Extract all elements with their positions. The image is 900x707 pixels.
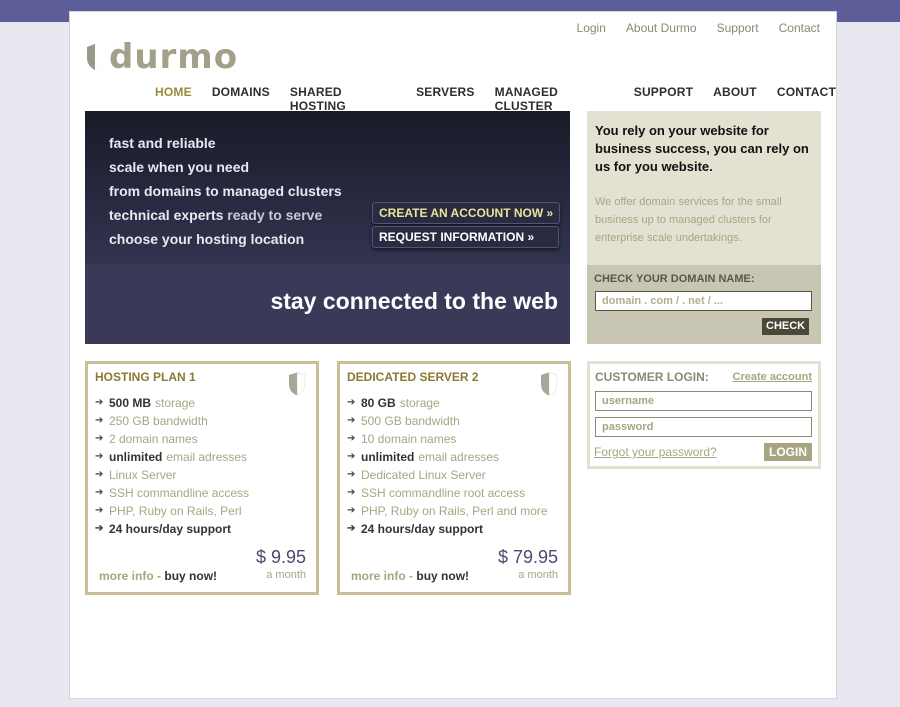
logo[interactable]: durmo (85, 40, 238, 74)
logo-text: durmo (109, 37, 239, 77)
toplink-support[interactable]: Support (717, 21, 759, 35)
domain-input[interactable]: domain . com / . net / ... (595, 291, 812, 311)
arrow-right-icon: ➔ (347, 433, 356, 444)
customer-login-panel: CUSTOMER LOGIN: Create account username … (587, 361, 821, 469)
plan-period: a month (266, 569, 306, 581)
hero-banner: fast and reliable scale when you need fr… (85, 111, 570, 344)
nav-home[interactable]: HOME (155, 85, 192, 113)
nav-shared-hosting[interactable]: SHARED HOSTING (290, 85, 396, 113)
feature-item: ➔ PHP, Ruby on Rails, Perl and more (347, 504, 548, 518)
create-account-link[interactable]: Create account (733, 371, 812, 383)
feature-item: ➔ 24 hours/day support (95, 522, 232, 536)
more-info-link[interactable]: more info (351, 569, 406, 583)
feature-item: ➔ 500 GB bandwidth (347, 414, 460, 428)
top-links: Login About Durmo Support Contact (577, 21, 820, 35)
hero-line: fast and reliable (109, 135, 216, 151)
arrow-right-icon: ➔ (95, 469, 104, 480)
feature-item: ➔ SSH commandline root access (347, 486, 526, 500)
plan-card-hosting: HOSTING PLAN 1 ➔ 500 MB storage ➔ 250 GB ba… (85, 361, 319, 595)
main-nav: HOME DOMAINS SHARED HOSTING SERVERS MANA… (155, 85, 836, 113)
feature-item: ➔ 250 GB bandwidth (95, 414, 208, 428)
plan-price: $ 9.95 (255, 547, 306, 567)
domain-check-box: CHECK YOUR DOMAIN NAME: domain . com / .… (587, 265, 821, 344)
plan-period: a month (518, 569, 558, 581)
forgot-password-link[interactable]: Forgot your password? (594, 445, 717, 459)
nav-about[interactable]: ABOUT (713, 85, 757, 113)
toplink-about[interactable]: About Durmo (626, 21, 697, 35)
hero-tagline: stay connected to the web (270, 288, 558, 314)
arrow-right-icon: ➔ (95, 505, 104, 516)
feature-item: ➔ Dedicated Linux Server (347, 468, 486, 482)
feature-item: ➔ 500 MB storage (95, 396, 196, 410)
hero-features-list: fast and reliable scale when you need fr… (109, 131, 342, 251)
plan-price: $ 79.95 (497, 547, 558, 567)
domain-check-label: CHECK YOUR DOMAIN NAME: (594, 273, 755, 285)
arrow-right-icon: ➔ (95, 523, 104, 534)
request-information-button[interactable]: REQUEST INFORMATION » (372, 226, 559, 248)
hero-line: scale when you need (109, 159, 250, 175)
shield-icon (541, 372, 558, 396)
arrow-right-icon: ➔ (95, 487, 104, 498)
check-button[interactable]: CHECK (762, 318, 810, 335)
shield-logo-icon (87, 44, 103, 70)
arrow-right-icon: ➔ (95, 451, 104, 462)
toplink-contact[interactable]: Contact (779, 21, 820, 35)
arrow-right-icon: ➔ (95, 397, 104, 408)
arrow-right-icon: ➔ (95, 433, 104, 444)
arrow-right-icon: ➔ (347, 451, 356, 462)
plan-title: HOSTING PLAN 1 (95, 370, 196, 384)
username-field[interactable]: username (595, 391, 812, 411)
hero-line: choose your hosting location (109, 231, 305, 247)
nav-domains[interactable]: DOMAINS (212, 85, 270, 113)
more-info-link[interactable]: more info (99, 569, 154, 583)
feature-item: ➔ SSH commandline access (95, 486, 250, 500)
nav-servers[interactable]: SERVERS (416, 85, 475, 113)
plan-title: DEDICATED SERVER 2 (347, 370, 479, 384)
promo-title: You rely on your website for business su… (595, 123, 809, 174)
plan-links: more info - buy now! (351, 569, 469, 583)
feature-item: ➔ 80 GB storage (347, 396, 440, 410)
plan-card-dedicated: DEDICATED SERVER 2 ➔ 80 GB storage ➔ 500 GB… (337, 361, 571, 595)
arrow-right-icon: ➔ (347, 397, 356, 408)
feature-item: ➔ unlimited email adresses (95, 450, 248, 464)
arrow-right-icon: ➔ (347, 469, 356, 480)
feature-item: ➔ Linux Server (95, 468, 177, 482)
nav-support[interactable]: SUPPORT (634, 85, 693, 113)
nav-managed-cluster[interactable]: MANAGED CLUSTER (495, 85, 614, 113)
login-button[interactable]: LOGIN (764, 443, 812, 461)
plan-features: ➔ 80 GB storage ➔ 500 GB bandwidth ➔ 10 doma… (347, 394, 548, 538)
password-field[interactable]: password (595, 417, 812, 437)
promo-panel: You rely on your website for business su… (587, 111, 821, 344)
feature-item: ➔ 10 domain names (347, 432, 457, 446)
arrow-right-icon: ➔ (347, 505, 356, 516)
feature-item: ➔ unlimited email adresses (347, 450, 500, 464)
hero-line: technical experts ready to serve (109, 207, 323, 223)
nav-contact[interactable]: CONTACT (777, 85, 836, 113)
buy-now-link[interactable]: buy now! (416, 569, 469, 583)
page-container: Login About Durmo Support Contact durmo … (69, 11, 837, 699)
promo-text: We offer domain services for the small b… (595, 196, 782, 244)
hero-line: from domains to managed clusters (109, 183, 342, 199)
toplink-login[interactable]: Login (577, 21, 606, 35)
buy-now-link[interactable]: buy now! (164, 569, 217, 583)
arrow-right-icon: ➔ (347, 523, 356, 534)
plan-features: ➔ 500 MB storage ➔ 250 GB bandwidth ➔ 2 doma… (95, 394, 249, 538)
feature-item: ➔ 24 hours/day support (347, 522, 484, 536)
arrow-right-icon: ➔ (347, 487, 356, 498)
feature-item: ➔ 2 domain names (95, 432, 198, 446)
shield-icon (289, 372, 306, 396)
feature-item: ➔ PHP, Ruby on Rails, Perl (95, 504, 242, 518)
login-title: CUSTOMER LOGIN: (595, 370, 709, 384)
arrow-right-icon: ➔ (95, 415, 104, 426)
arrow-right-icon: ➔ (347, 415, 356, 426)
plan-links: more info - buy now! (99, 569, 217, 583)
create-account-button[interactable]: CREATE AN ACCOUNT NOW » (372, 202, 561, 224)
